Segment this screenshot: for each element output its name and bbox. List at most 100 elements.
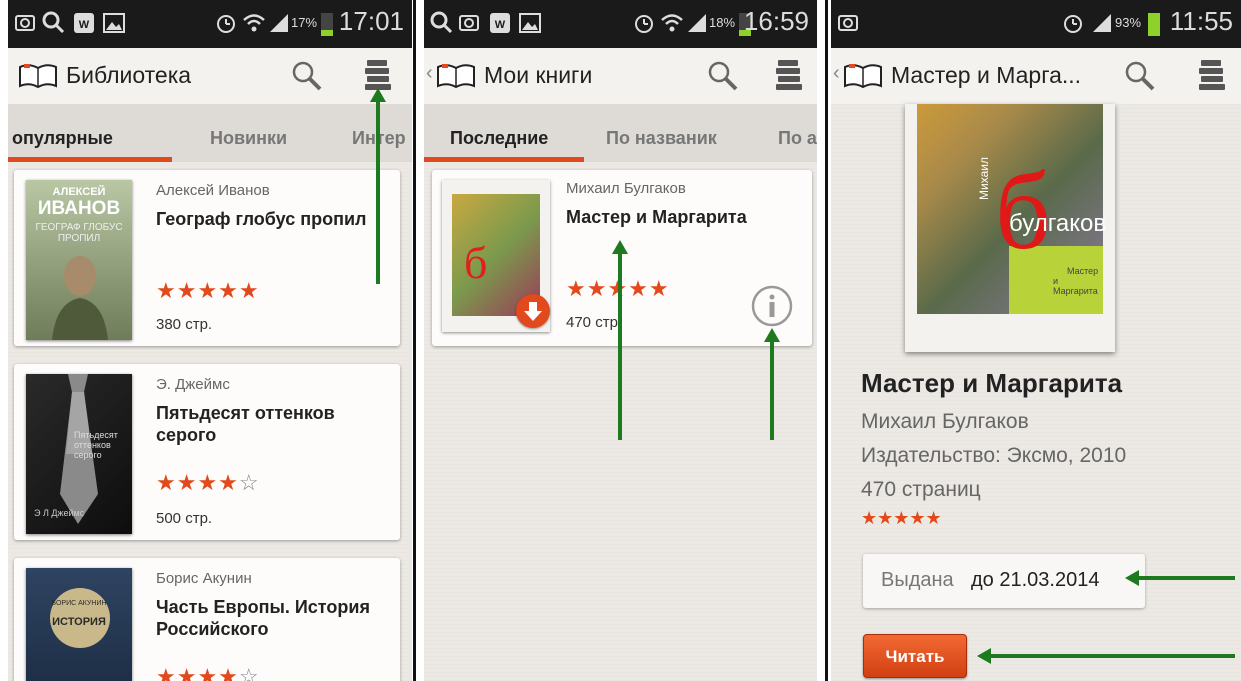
- cover-title-line2: и Маргарита: [1053, 276, 1098, 296]
- book-card[interactable]: БОРИС АКУНИН ИСТОРИЯ Борис Акунин Часть …: [14, 558, 400, 681]
- page-title: Мастер и Марга...: [891, 62, 1082, 88]
- svg-text:W: W: [495, 19, 506, 31]
- search-icon: [42, 11, 65, 34]
- book-title: Пятьдесят оттенков серого: [156, 403, 335, 445]
- bookshelf-button[interactable]: [1197, 58, 1227, 92]
- search-button[interactable]: [1123, 60, 1157, 92]
- clock: 16:59: [743, 6, 809, 36]
- filled-stars: ★★★★: [156, 664, 239, 681]
- tab-popular[interactable]: опулярные: [12, 128, 113, 149]
- cover-title-line1: Мастер: [1067, 266, 1099, 276]
- clock: 11:55: [1169, 6, 1233, 36]
- tab-bar: опулярные Новинки Интер: [8, 104, 412, 162]
- book-cover: Пятьдесят оттенков серого Э Л Джеймс: [26, 374, 132, 534]
- tab-indicator: [8, 157, 172, 162]
- book-author: Михаил Булгаков: [566, 180, 686, 197]
- search-button[interactable]: [706, 60, 740, 92]
- tab-interesting[interactable]: Интер: [352, 128, 406, 149]
- tab-by-title[interactable]: По названик: [606, 128, 717, 149]
- tab-recent[interactable]: Последние: [450, 128, 548, 149]
- battery-percent: 17%: [291, 15, 318, 30]
- back-chevron-icon[interactable]: ‹: [426, 62, 433, 85]
- rating-stars: ★★★★★: [156, 278, 260, 303]
- alarm-icon: [635, 15, 653, 33]
- cover-author: БОРИС АКУНИН: [51, 600, 107, 607]
- tab-new[interactable]: Новинки: [210, 128, 287, 149]
- cover-author-first: АЛЕКСЕЙ: [52, 186, 106, 198]
- cover-author: булгаков: [1009, 210, 1107, 237]
- screenshot-icon: [838, 15, 858, 31]
- download-button[interactable]: [516, 294, 550, 328]
- read-button-label: Читать: [885, 647, 945, 666]
- book-author: Михаил Булгаков: [861, 410, 1029, 433]
- book-logo-icon[interactable]: [436, 62, 476, 90]
- info-button[interactable]: [750, 284, 794, 328]
- search-button[interactable]: [290, 60, 324, 92]
- tab-indicator: [424, 157, 584, 162]
- issued-label: Выдана: [881, 569, 954, 591]
- book-card[interactable]: АЛЕКСЕЙ ИВАНОВ ГЕОГРАФ ГЛОБУС ПРОПИЛ Але…: [14, 170, 400, 346]
- app-notification-icon: W: [74, 13, 94, 33]
- read-button[interactable]: Читать: [863, 634, 967, 678]
- book-author: Э. Джеймс: [156, 376, 230, 393]
- book-logo-icon: [19, 64, 57, 89]
- panel-divider: [825, 0, 828, 681]
- filled-stars: ★★★★: [156, 470, 239, 495]
- page-title: Библиотека: [66, 62, 192, 88]
- back-chevron-icon[interactable]: ‹: [833, 62, 840, 85]
- empty-star: ☆: [238, 470, 260, 495]
- screenshot-icon: [459, 15, 479, 31]
- wifi-icon: [243, 14, 265, 32]
- battery-percent: 93%: [1115, 15, 1142, 30]
- book-pages: 380 стр.: [156, 316, 213, 333]
- book-author: Алексей Иванов: [156, 182, 270, 199]
- book-logo-icon[interactable]: [843, 62, 883, 90]
- rating-stars: ★★★★☆: [156, 664, 260, 681]
- tab-by-author[interactable]: По а: [778, 128, 817, 149]
- status-bar: 93% 11:55: [831, 0, 1241, 48]
- signal-icon: [1093, 14, 1111, 32]
- cover-art-image: б булгаков Михаил Мастер и Маргарита: [917, 104, 1107, 314]
- rating-stars: ★★★★☆: [156, 470, 260, 496]
- cover-title: Пятьдесят оттенков серого: [74, 430, 118, 460]
- signal-icon: [270, 14, 288, 32]
- battery-percent: 18%: [709, 15, 736, 30]
- book-pages: 470 страниц: [861, 478, 981, 501]
- book-pages: 500 стр.: [156, 510, 213, 527]
- screen-my-books: W 18% 16:59 ‹ Мои книги Последние По наз…: [424, 0, 817, 681]
- book-title: Географ глобус пропил: [156, 209, 367, 229]
- book-title: Мастер и Маргарита: [566, 207, 747, 227]
- book-card[interactable]: б Михаил Булгаков Мастер и Маргарита ★★★…: [432, 170, 812, 346]
- rating-stars: ★★★★★: [566, 276, 670, 301]
- screen-book-details: 93% 11:55 ‹ Мастер и Марга... б булгаков…: [831, 0, 1241, 681]
- action-bar: Библиотека: [8, 48, 412, 104]
- clock: 17:01: [338, 6, 404, 36]
- issued-until-date: до 21.03.2014: [971, 569, 1100, 591]
- svg-text:W: W: [79, 19, 90, 31]
- status-bar: W 18% 16:59: [424, 0, 817, 48]
- bookshelf-button[interactable]: [774, 58, 804, 92]
- rating-stars: ★★★★★: [861, 508, 942, 528]
- cover-title: ГЕОГРАФ ГЛОБУС ПРОПИЛ: [35, 222, 123, 244]
- book-author: Борис Акунин: [156, 570, 252, 587]
- cover-letter: б: [464, 237, 488, 288]
- battery-icon: [1148, 13, 1160, 36]
- book-card[interactable]: Пятьдесят оттенков серого Э Л Джеймс Э. …: [14, 364, 400, 540]
- left-arrow-annotation: [977, 648, 1235, 664]
- screenshot-icon: [15, 15, 35, 31]
- action-bar: ‹ Мои книги: [424, 48, 817, 104]
- wifi-icon: [661, 14, 683, 32]
- book-title: Часть Европы. История Российского: [156, 597, 370, 639]
- page-title: Мои книги: [484, 62, 593, 88]
- download-arrow-icon: [524, 302, 542, 321]
- gallery-icon: [103, 13, 125, 33]
- status-bar: W 17% 17:01: [8, 0, 412, 48]
- search-icon: [430, 11, 453, 34]
- action-bar: ‹ Мастер и Марга...: [831, 48, 1241, 104]
- alarm-icon: [1064, 15, 1082, 33]
- cover-title: ИСТОРИЯ: [52, 616, 106, 628]
- cover-author: Э Л Джеймс: [34, 508, 85, 518]
- bookshelf-button[interactable]: [363, 58, 393, 92]
- issued-box: Выдана до 21.03.2014: [863, 554, 1145, 608]
- book-pages: 470 стр.: [566, 314, 623, 331]
